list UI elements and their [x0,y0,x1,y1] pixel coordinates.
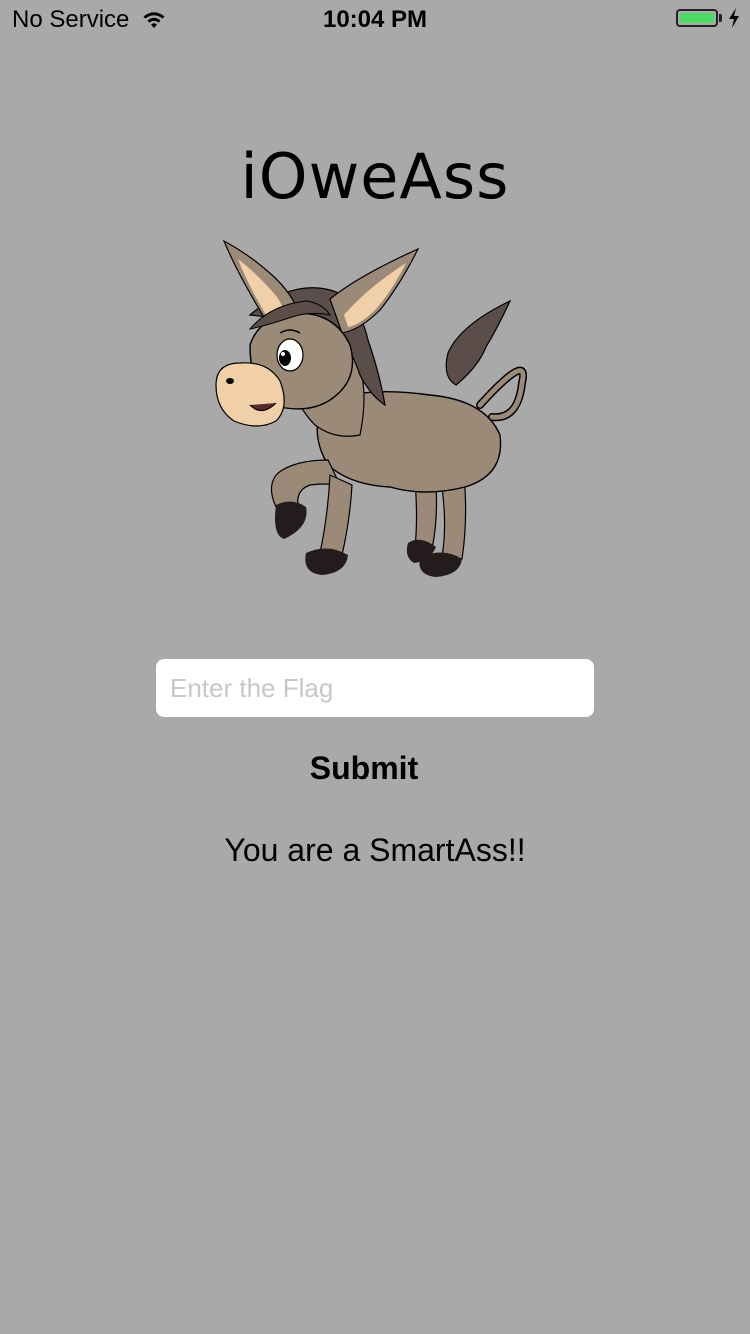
status-bar: No Service 10:04 PM [0,0,750,40]
battery-icon [676,9,718,27]
donkey-illustration [215,239,528,577]
battery-level [680,13,714,23]
submit-button[interactable]: Submit [264,742,464,794]
battery-tip [719,14,722,22]
status-time: 10:04 PM [322,6,428,33]
result-message: You are a SmartAss!! [224,832,526,868]
bolt-icon [729,8,739,28]
app-title: iOweAss [240,140,510,213]
flag-input[interactable] [156,659,594,717]
battery-indicator [676,8,740,28]
